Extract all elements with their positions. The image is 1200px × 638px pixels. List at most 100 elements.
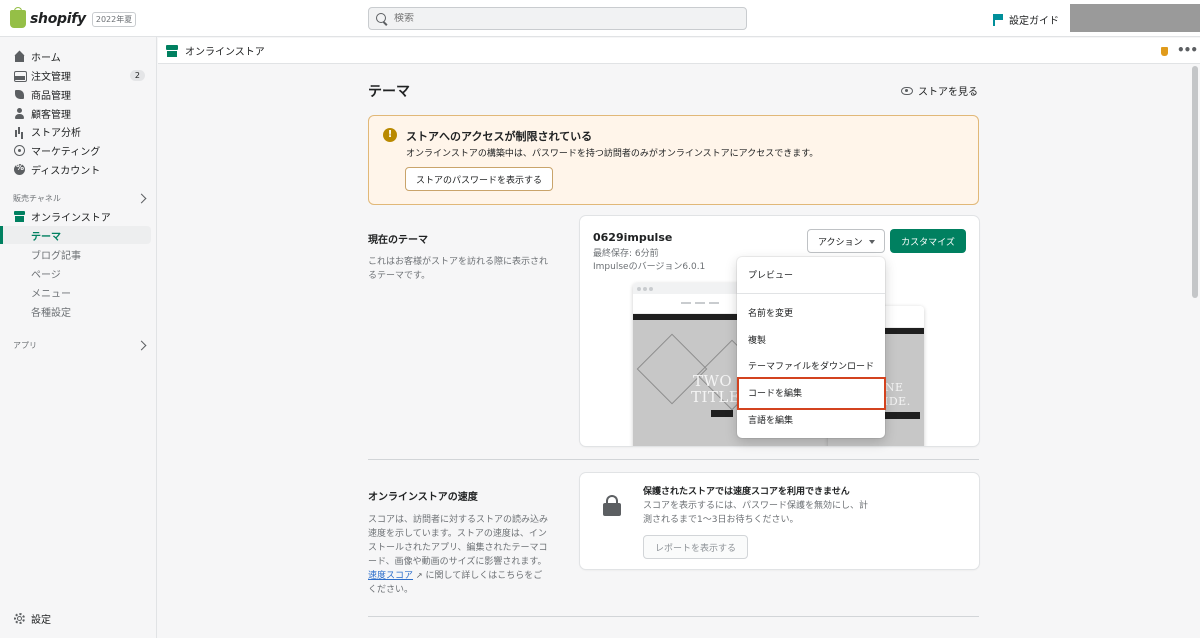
browser-dot [643, 287, 647, 291]
gear-icon [14, 612, 25, 624]
sidebar-item-label: ページ [31, 269, 61, 281]
apps-label: アプリ [13, 341, 37, 350]
sidebar-item-label: 商品管理 [31, 90, 71, 102]
description-line: 速度スコア ↗ に関して詳しくはこちらをご [368, 569, 548, 583]
speed-section-title: オンラインストアの速度 [368, 492, 478, 503]
search-icon [375, 12, 389, 26]
view-report-button[interactable]: レポートを表示する [643, 535, 748, 559]
store-icon [14, 210, 25, 222]
sidebar-item-home[interactable]: ホーム [0, 47, 151, 65]
sidebar-item-label: ディスカウント [31, 165, 101, 177]
description-line: スコアは、訪問者に対するストアの読み込み [368, 515, 549, 525]
sidebar-item-analytics[interactable]: ストア分析 [0, 122, 151, 140]
menu-item-rename[interactable]: 名前を変更 [737, 301, 885, 323]
tag-icon [14, 89, 25, 100]
caret-down-icon [869, 240, 875, 244]
external-link-icon: ↗ [415, 571, 423, 580]
view-store-button[interactable]: ストアを見る [901, 83, 978, 98]
actions-label: アクション [818, 237, 863, 248]
sidebar-item-customers[interactable]: 顧客管理 [0, 104, 151, 122]
setup-guide-label: 設定ガイド [1009, 16, 1059, 27]
more-horizontal-icon[interactable]: ••• [1177, 43, 1198, 57]
hero-title-line: IDE. [884, 395, 911, 408]
channel-header: オンラインストア [158, 38, 1200, 64]
description-line: これはお客様がストアを訪れる際に表示され [368, 257, 549, 267]
actions-dropdown-button[interactable]: アクション [807, 229, 885, 253]
search-input[interactable] [394, 13, 694, 24]
sidebar-item-products[interactable]: 商品管理 [0, 85, 151, 103]
sidebar-item-label: ストア分析 [31, 127, 81, 139]
show-password-button[interactable]: ストアのパスワードを表示する [405, 167, 554, 191]
menu-item-edit-languages[interactable]: 言語を編集 [737, 408, 885, 430]
logo-text: shopify [30, 11, 86, 27]
home-icon [14, 51, 25, 62]
speed-score-card: 保護されたストアでは速度スコアを利用できません スコアを表示するには、パスワード… [580, 473, 979, 569]
browser-dot [649, 287, 653, 291]
section-divider [368, 459, 979, 460]
browser-dot [637, 287, 641, 291]
view-store-label: ストアを見る [918, 87, 978, 98]
sidebar-item-marketing[interactable]: マーケティング [0, 141, 151, 159]
speed-card-title: 保護されたストアでは速度スコアを利用できません [643, 487, 850, 497]
description-line: ください。 [368, 585, 414, 595]
sidebar-item-orders[interactable]: 注文管理 2 [0, 66, 151, 84]
edit-code-highlight [737, 377, 886, 410]
top-bar: shopify 2022年夏 設定ガイド [0, 0, 1200, 37]
description-line: るテーマです。 [368, 271, 431, 281]
flag-icon [993, 13, 1003, 26]
sidebar-item-label: 顧客管理 [31, 109, 71, 121]
sidebar-item-online-store[interactable]: オンラインストア [0, 207, 151, 225]
preview-nav-link [695, 302, 705, 304]
sidebar-item-label: オンラインストア [31, 212, 111, 224]
sidebar-item-label: 設定 [31, 614, 51, 626]
description-line: ード、画像や動画のサイズに影響されます。 [368, 557, 547, 567]
bar-chart-icon [14, 126, 25, 137]
hero-button [711, 410, 733, 417]
menu-item-duplicate[interactable]: 複製 [737, 328, 885, 350]
sidebar-item-themes[interactable]: テーマ [0, 226, 151, 244]
speed-score-link[interactable]: 速度スコア [368, 571, 413, 581]
speed-text-line: スコアを表示するには、パスワード保護を無効にし、計 [643, 501, 869, 511]
banner-text: オンラインストアの構築中は、パスワードを持つ訪問者のみがオンラインストアにアクセ… [406, 149, 819, 159]
orders-count-badge: 2 [129, 69, 145, 81]
vertical-scrollbar[interactable] [1192, 66, 1198, 298]
speed-card-text: スコアを表示するには、パスワード保護を無効にし、計 測されるまで1〜3日お待ちく… [643, 499, 883, 527]
lock-icon [602, 495, 622, 517]
store-icon [166, 44, 178, 57]
orders-icon [14, 70, 27, 82]
target-icon [14, 144, 25, 156]
edition-badge: 2022年夏 [91, 11, 137, 27]
description-line: 速度を示しています。ストアの速度は、イン [368, 529, 547, 539]
chevron-right-icon [136, 193, 147, 204]
sidebar-item-label: 注文管理 [31, 71, 71, 83]
apps-header[interactable]: アプリ [13, 340, 147, 351]
sidebar-item-settings[interactable]: 設定 [0, 609, 151, 627]
sidebar-item-navigation[interactable]: メニュー [0, 283, 151, 301]
pin-icon[interactable] [1161, 47, 1168, 56]
warning-icon: ! [383, 128, 397, 142]
actions-menu: プレビュー 名前を変更 複製 テーマファイルをダウンロード コードを編集 言語を… [737, 257, 885, 438]
shopify-logo[interactable]: shopify 2022年夏 [10, 7, 137, 29]
theme-name: 0629impulse [593, 231, 673, 244]
sidebar-item-blog-posts[interactable]: ブログ記事 [0, 245, 151, 263]
preview-nav-link [681, 302, 691, 304]
account-menu[interactable] [1070, 4, 1200, 32]
menu-divider [737, 293, 885, 294]
channel-title: オンラインストア [185, 47, 265, 58]
sidebar-item-preferences[interactable]: 各種設定 [0, 302, 151, 320]
setup-guide-button[interactable]: 設定ガイド [993, 12, 1059, 27]
customize-button[interactable]: カスタマイズ [890, 229, 966, 253]
sales-channel-header[interactable]: 販売チャネル [13, 193, 147, 204]
hero-title-line: TWO [693, 372, 733, 390]
hero-title-line: TITLE [691, 388, 741, 406]
speed-description: スコアは、訪問者に対するストアの読み込み 速度を示しています。ストアの速度は、イ… [368, 513, 548, 597]
sidebar-item-pages[interactable]: ページ [0, 264, 151, 282]
current-theme-description: これはお客様がストアを訪れる際に表示され るテーマです。 [368, 255, 548, 283]
sidebar-item-discounts[interactable]: ディスカウント [0, 160, 151, 178]
sidebar-item-label: メニュー [31, 288, 71, 300]
person-icon [14, 107, 25, 119]
section-divider [368, 616, 979, 617]
menu-item-download-theme[interactable]: テーマファイルをダウンロード [737, 354, 885, 376]
menu-item-preview[interactable]: プレビュー [737, 263, 885, 285]
search-bar[interactable] [368, 7, 747, 30]
